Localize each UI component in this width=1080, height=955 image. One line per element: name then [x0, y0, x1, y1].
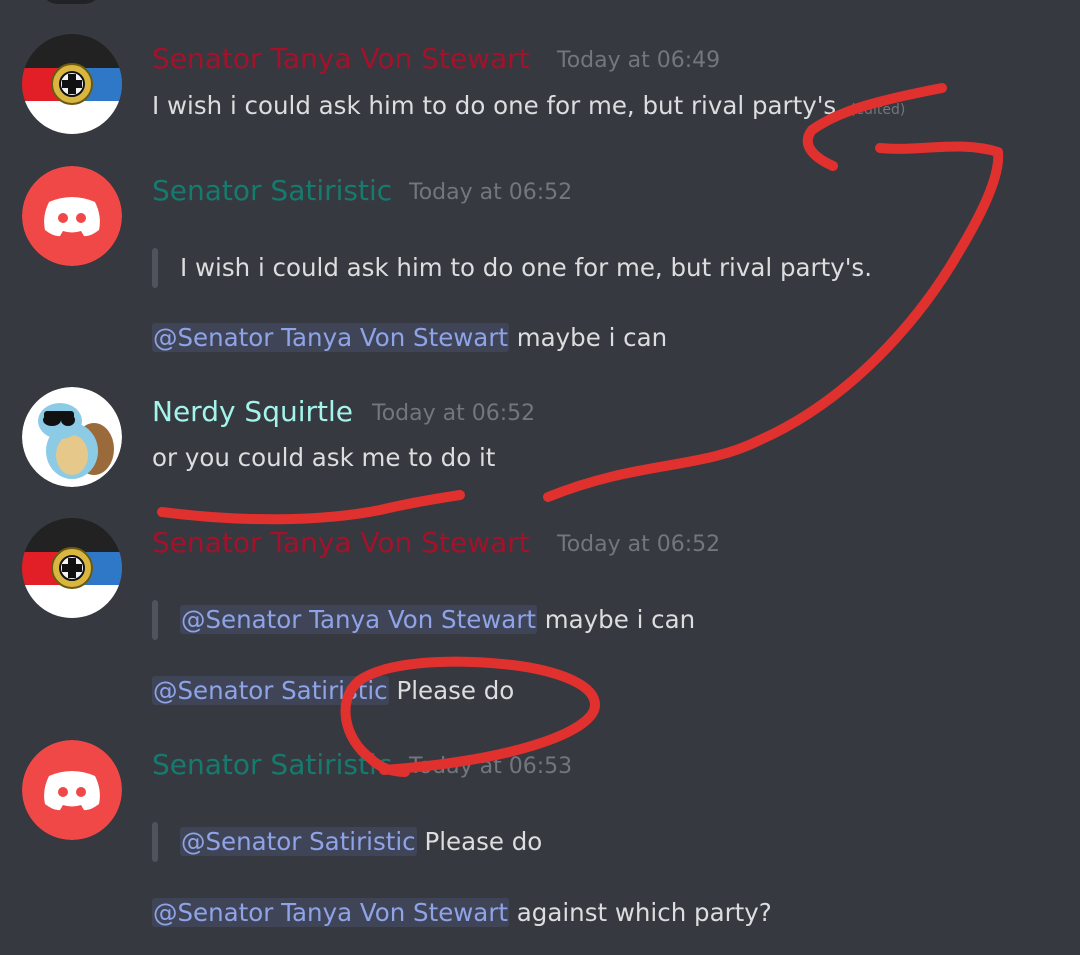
message-content: maybe i can — [516, 323, 668, 352]
discord-logo-avatar[interactable] — [22, 166, 122, 266]
edited-label: (edited) — [849, 102, 906, 118]
message-content: I wish i could ask him to do one for me,… — [152, 91, 844, 120]
message-content: or you could ask me to do it — [152, 443, 496, 472]
user-mention[interactable]: @Senator Tanya Von Stewart — [152, 323, 509, 352]
quote-text: I wish i could ask him to do one for me,… — [180, 253, 872, 282]
message-timestamp: Today at 06:53 — [409, 754, 573, 779]
message-author[interactable]: Senator Satiristic — [152, 175, 392, 207]
message-author[interactable]: Nerdy Squirtle — [152, 396, 353, 428]
message-timestamp: Today at 06:52 — [409, 180, 573, 205]
user-mention[interactable]: @Senator Satiristic — [180, 827, 417, 856]
message-timestamp: Today at 06:52 — [372, 401, 536, 426]
quote-bar — [152, 822, 158, 862]
message-text: I wish i could ask him to do one for me,… — [152, 89, 905, 127]
discord-logo-avatar[interactable] — [22, 740, 122, 840]
message-timestamp: Today at 06:49 — [557, 48, 721, 73]
message-content: Please do — [396, 676, 515, 705]
quote-content: maybe i can — [544, 605, 696, 634]
quote-bar — [152, 248, 158, 288]
chat-view: Senator Tanya Von Stewart Today at 06:49… — [0, 0, 1080, 955]
red-annotation-overlay — [157, 83, 1004, 777]
message-content: against which party? — [516, 898, 772, 927]
underline-scribble — [157, 490, 465, 525]
message-text: or you could ask me to do it — [152, 441, 495, 475]
quote-text: @Senator Tanya Von Stewart maybe i can — [180, 603, 695, 637]
user-mention[interactable]: @Senator Tanya Von Stewart — [152, 898, 509, 927]
message-timestamp: Today at 06:52 — [557, 532, 721, 557]
message-text: @Senator Tanya Von Stewart maybe i can — [152, 321, 667, 355]
message-author[interactable]: Senator Satiristic — [152, 749, 392, 781]
previous-avatar-edge — [40, 0, 102, 4]
quote-text: @Senator Satiristic Please do — [180, 825, 542, 859]
message-text: @Senator Satiristic Please do — [152, 674, 514, 708]
quote-content: Please do — [424, 827, 543, 856]
message-text: @Senator Tanya Von Stewart against which… — [152, 896, 772, 930]
message-author[interactable]: Senator Tanya Von Stewart — [152, 43, 530, 75]
flag-eagle-avatar[interactable] — [22, 34, 122, 134]
message-author[interactable]: Senator Tanya Von Stewart — [152, 527, 530, 559]
squirtle-sunglasses-avatar[interactable] — [22, 387, 122, 487]
arrow-scribble — [543, 83, 1004, 502]
user-mention[interactable]: @Senator Tanya Von Stewart — [180, 605, 537, 634]
flag-eagle-avatar[interactable] — [22, 518, 122, 618]
user-mention[interactable]: @Senator Satiristic — [152, 676, 389, 705]
quote-bar — [152, 600, 158, 640]
